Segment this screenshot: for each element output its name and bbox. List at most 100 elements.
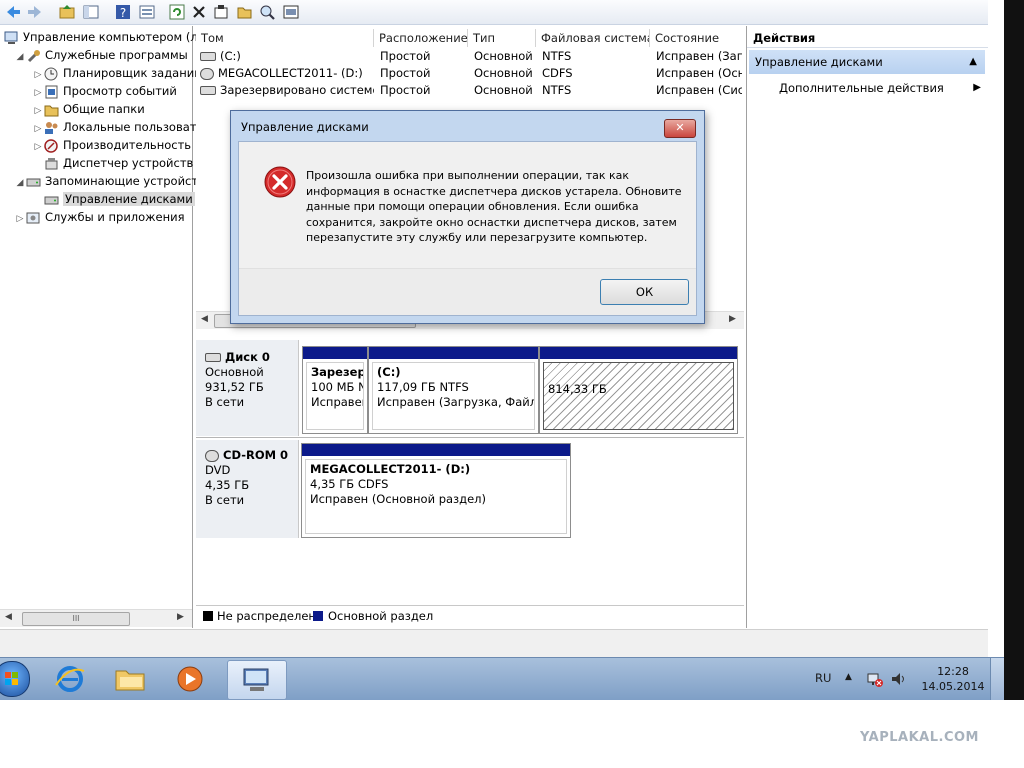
tree-item-system-tools[interactable]: ◢ Служебные программы	[14, 47, 188, 64]
taskbar: RU ▲ 12:28 14.05.2014	[0, 657, 1005, 700]
start-button[interactable]	[0, 661, 30, 697]
tree-item-device-manager[interactable]: Диспетчер устройств	[32, 155, 193, 172]
error-dialog: Управление дисками ✕ Произошла ошибка пр…	[230, 110, 705, 324]
volume-speaker-icon[interactable]	[890, 670, 908, 688]
partition-unallocated[interactable]: 814,33 ГБ	[539, 346, 738, 434]
collapse-arrow-icon[interactable]: ◢	[14, 49, 26, 64]
ok-button[interactable]: ОК	[600, 279, 689, 305]
internet-explorer-icon[interactable]	[52, 663, 88, 695]
scroll-left-arrow-icon[interactable]: ◀	[5, 612, 12, 622]
tree-item-local-users[interactable]: ▷ Локальные пользовате	[32, 119, 204, 136]
volume-status: Исправен (Осн	[656, 66, 742, 80]
tree-item-computer-management[interactable]: Управление компьютером (л	[4, 29, 198, 46]
performance-icon	[44, 138, 60, 153]
volume-row[interactable]: Зарезервировано системой Простой Основно…	[196, 82, 744, 99]
cd-drive-icon	[200, 67, 214, 80]
disk-management-icon	[44, 193, 60, 207]
column-header-layout[interactable]: Расположение	[374, 29, 468, 47]
close-icon[interactable]: ✕	[664, 119, 696, 138]
column-header-filesystem[interactable]: Файловая система	[536, 29, 650, 47]
column-header-status[interactable]: Состояние	[650, 29, 744, 47]
tools-icon	[26, 49, 42, 63]
disk-graphical-view: Диск 0 Основной 931,52 ГБ В сети Зарезер…	[196, 336, 744, 628]
disk-0-label[interactable]: Диск 0 Основной 931,52 ГБ В сети	[196, 340, 299, 436]
hard-disk-icon	[205, 353, 221, 362]
help-icon[interactable]: ?	[114, 3, 132, 21]
volume-row[interactable]: (C:) Простой Основной NTFS Исправен (Заг…	[196, 48, 744, 65]
tree-item-storage[interactable]: ◢ Запоминающие устройст	[14, 173, 199, 190]
properties-icon[interactable]	[212, 3, 230, 21]
tree-item-disk-management[interactable]: Управление дисками	[32, 191, 195, 208]
expand-arrow-icon[interactable]: ▷	[32, 103, 44, 118]
show-hidden-icons-icon[interactable]: ▲	[845, 672, 852, 682]
forward-arrow-icon[interactable]	[26, 3, 44, 21]
collapse-up-icon[interactable]: ▲	[969, 50, 977, 74]
shared-folder-icon	[44, 103, 60, 117]
disk-divider	[196, 437, 744, 438]
language-indicator[interactable]: RU	[815, 671, 831, 685]
collapse-arrow-icon[interactable]: ◢	[14, 175, 26, 190]
up-folder-icon[interactable]	[58, 3, 76, 21]
partition-c[interactable]: (C:) 117,09 ГБ NTFS Исправен (Загрузка, …	[368, 346, 539, 434]
submenu-arrow-icon: ▶	[973, 82, 981, 93]
partition-title: MEGACOLLECT2011- (D:)	[310, 462, 471, 476]
clock[interactable]: 12:28 14.05.2014	[918, 664, 988, 694]
device-manager-icon	[44, 157, 60, 171]
scroll-right-arrow-icon[interactable]: ▶	[177, 612, 184, 622]
properties-view-icon[interactable]	[138, 3, 156, 21]
expand-arrow-icon[interactable]: ▷	[32, 121, 44, 136]
more-actions-label: Дополнительные действия	[779, 81, 944, 95]
partition-title: Зарезерв	[311, 365, 363, 379]
computer-management-taskbar-button[interactable]	[227, 660, 287, 700]
volume-row[interactable]: MEGACOLLECT2011- (D:) Простой Основной C…	[196, 65, 744, 82]
partition-reserved[interactable]: Зарезерв 100 МБ N Исправен	[302, 346, 368, 434]
show-desktop-button[interactable]	[990, 658, 1005, 700]
expand-arrow-icon[interactable]: ▷	[32, 139, 44, 154]
volume-name: (C:)	[220, 49, 241, 63]
network-icon[interactable]	[866, 670, 884, 688]
disk-type: DVD	[205, 463, 231, 477]
delete-icon[interactable]	[190, 3, 208, 21]
partition-size: 4,35 ГБ CDFS	[310, 477, 389, 491]
scroll-left-arrow-icon[interactable]: ◀	[201, 314, 208, 324]
tree-horizontal-scrollbar[interactable]: ◀ III ▶	[0, 609, 192, 627]
tree-item-shared-folders[interactable]: ▷ Общие папки	[32, 101, 145, 118]
expand-arrow-icon[interactable]: ▷	[32, 67, 44, 82]
status-bar	[0, 629, 988, 658]
volume-layout: Простой	[380, 66, 431, 80]
console-tree: Управление компьютером (л ◢ Служебные про…	[0, 26, 204, 628]
media-player-icon[interactable]	[172, 663, 208, 695]
actions-section-disk-management[interactable]: Управление дисками ▲	[749, 50, 985, 74]
volume-status: Исправен (Загр	[656, 49, 742, 63]
tree-item-services-apps[interactable]: ▷ Службы и приложения	[14, 209, 185, 226]
more-actions-item[interactable]: Дополнительные действия ▶	[779, 79, 985, 97]
legend-primary: Основной раздел	[328, 609, 434, 623]
partition-size: 100 МБ N	[311, 380, 364, 394]
windows-logo-icon	[5, 672, 18, 685]
back-arrow-icon[interactable]	[4, 3, 22, 21]
column-header-type[interactable]: Тип	[468, 29, 536, 47]
cdrom-0-label[interactable]: CD-ROM 0 DVD 4,35 ГБ В сети	[196, 440, 299, 538]
open-folder-icon[interactable]	[236, 3, 254, 21]
tree-item-event-viewer[interactable]: ▷ Просмотр событий	[32, 83, 177, 100]
search-icon[interactable]	[258, 3, 276, 21]
column-header-volume[interactable]: Том	[196, 29, 374, 47]
expand-arrow-icon[interactable]: ▷	[32, 85, 44, 100]
partition-d[interactable]: MEGACOLLECT2011- (D:) 4,35 ГБ CDFS Испра…	[301, 443, 571, 538]
scroll-thumb[interactable]: III	[22, 612, 130, 626]
disk-view-icon[interactable]	[282, 3, 300, 21]
partition-status: Исправен (Основной раздел)	[310, 492, 487, 506]
computer-management-icon	[243, 668, 269, 691]
clock-icon	[44, 67, 60, 81]
console-tree-icon[interactable]	[82, 3, 100, 21]
actions-pane: Действия Управление дисками ▲ Дополнител…	[746, 26, 989, 628]
tree-item-task-scheduler[interactable]: ▷ Планировщик заданий	[32, 65, 202, 82]
tree-item-performance[interactable]: ▷ Производительность	[32, 137, 191, 154]
file-explorer-icon[interactable]	[112, 663, 148, 695]
scroll-right-arrow-icon[interactable]: ▶	[729, 314, 736, 324]
volume-status: Исправен (Сист	[656, 83, 742, 97]
volume-type: Основной	[474, 83, 533, 97]
refresh-icon[interactable]	[168, 3, 186, 21]
expand-arrow-icon[interactable]: ▷	[14, 211, 26, 226]
actions-header: Действия	[747, 26, 989, 48]
